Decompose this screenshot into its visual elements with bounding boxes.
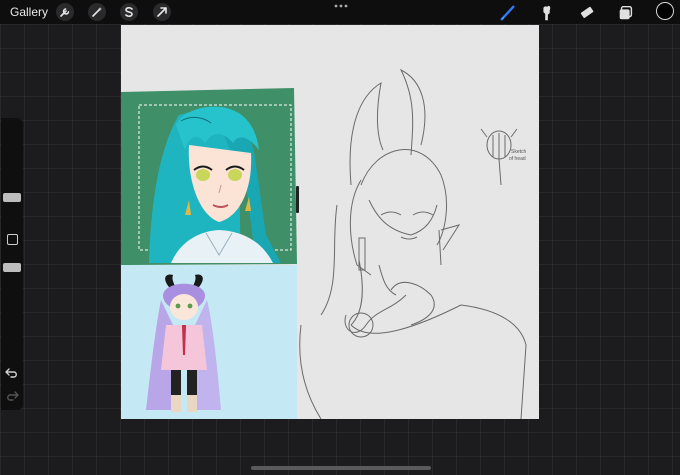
selection-s-icon[interactable]	[120, 3, 138, 21]
sketch-note-line1: Sketch	[511, 149, 527, 155]
opacity-slider[interactable]	[3, 263, 21, 272]
smudge-icon[interactable]	[537, 3, 557, 23]
gallery-button[interactable]: Gallery	[10, 5, 48, 19]
left-sidebar	[1, 118, 23, 410]
brush-icon[interactable]	[498, 3, 518, 23]
pencil-sketch	[299, 68, 527, 419]
redo-icon[interactable]	[5, 390, 19, 402]
wrench-icon[interactable]	[56, 3, 74, 21]
layers-icon[interactable]	[616, 3, 636, 23]
selection-handle[interactable]	[296, 186, 299, 213]
color-picker-swatch[interactable]	[656, 2, 674, 20]
artwork: Sketch of head	[121, 68, 527, 419]
more-options-icon[interactable]	[334, 3, 348, 9]
undo-icon[interactable]	[5, 367, 19, 379]
chibi-panel	[121, 265, 297, 419]
eraser-icon[interactable]	[577, 3, 597, 23]
sketch-note-line2: of head	[509, 156, 526, 162]
modify-button[interactable]	[7, 234, 18, 245]
home-indicator	[251, 466, 431, 470]
drawing-canvas[interactable]: Sketch of head	[121, 25, 539, 419]
portrait-panel	[121, 88, 297, 265]
top-toolbar: Gallery	[0, 0, 680, 24]
brush-size-slider[interactable]	[3, 193, 21, 202]
transform-arrow-icon[interactable]	[153, 3, 171, 21]
magic-wand-icon[interactable]	[88, 3, 106, 21]
